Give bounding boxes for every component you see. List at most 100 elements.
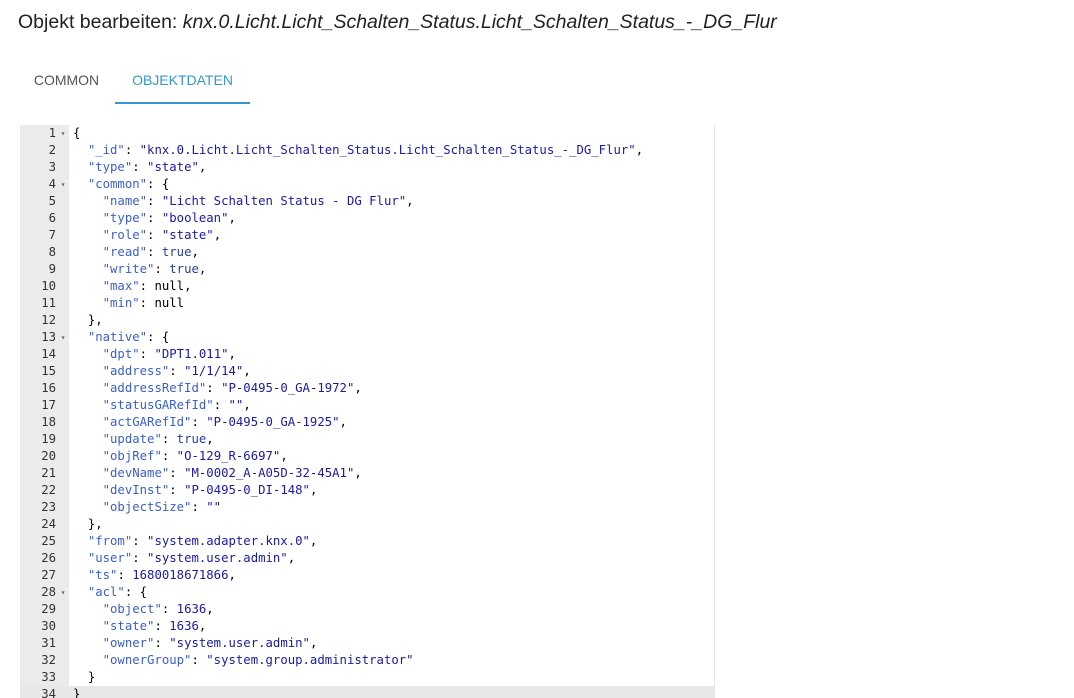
- token-kw: true: [161, 245, 192, 259]
- line-number: 28: [41, 585, 56, 599]
- token-str: "M-0002_A-A05D-32-45A1": [184, 466, 355, 480]
- code-text: "native": {: [73, 329, 169, 346]
- code-line[interactable]: 16 "addressRefId": "P-0495-0_GA-1972",: [20, 380, 714, 397]
- token-pun: :: [191, 500, 207, 514]
- code-line[interactable]: 13 ▾ "native": {: [20, 329, 714, 346]
- line-number: 25: [41, 534, 56, 548]
- fold-toggle-icon[interactable]: ▾: [58, 176, 68, 193]
- code-line[interactable]: 20 "objRef": "O-129_R-6697",: [20, 448, 714, 465]
- code-line[interactable]: 17 "statusGARefId": "",: [20, 397, 714, 414]
- token-pun: :: [147, 194, 162, 208]
- code-line[interactable]: 31 "owner": "system.user.admin",: [20, 635, 714, 652]
- code-line[interactable]: 34}: [20, 686, 714, 698]
- title-prefix: Objekt bearbeiten:: [18, 11, 183, 33]
- json-editor[interactable]: 1 ▾{2 "_id": "knx.0.Licht.Licht_Schalten_…: [20, 125, 715, 698]
- token-pun: }: [87, 670, 96, 684]
- token-key: "dpt": [102, 347, 140, 361]
- line-number: 14: [41, 347, 56, 361]
- token-pun: :: [139, 347, 155, 361]
- code-line[interactable]: 7 "role": "state",: [20, 227, 714, 244]
- code-line[interactable]: 6 "type": "boolean",: [20, 210, 714, 227]
- code-line[interactable]: 4 ▾ "common": {: [20, 176, 714, 193]
- code-line[interactable]: 8 "read": true,: [20, 244, 714, 261]
- token-key: "devInst": [102, 483, 170, 497]
- line-number: 34: [41, 687, 56, 698]
- token-key: "type": [102, 211, 148, 225]
- code-line[interactable]: 3 "type": "state",: [20, 159, 714, 176]
- token-str: "P-0495-0_DI-148": [184, 483, 310, 497]
- token-pun: :: [117, 568, 133, 582]
- code-line[interactable]: 28 ▾ "acl": {: [20, 584, 714, 601]
- token-key: "statusGARefId": [102, 398, 214, 412]
- code-line[interactable]: 10 "max": null,: [20, 278, 714, 295]
- code-line[interactable]: 32 "ownerGroup": "system.group.administr…: [20, 652, 714, 669]
- token-str: "state": [147, 160, 199, 174]
- token-pun: : {: [147, 177, 170, 191]
- fold-toggle-icon[interactable]: ▾: [58, 584, 68, 601]
- code-text: "objRef": "O-129_R-6697",: [73, 448, 288, 465]
- token-pun: : {: [124, 585, 148, 599]
- line-number: 30: [41, 619, 56, 633]
- code-line[interactable]: 29 "object": 1636,: [20, 601, 714, 618]
- code-line[interactable]: 18 "actGARefId": "P-0495-0_GA-1925",: [20, 414, 714, 431]
- token-pun: ,: [206, 432, 214, 446]
- code-text: "max": null,: [73, 278, 192, 295]
- code-line[interactable]: 2 "_id": "knx.0.Licht.Licht_Schalten_Sta…: [20, 142, 714, 159]
- token-pun: ,: [191, 245, 199, 259]
- token-str: "P-0495-0_GA-1972": [221, 381, 355, 395]
- token-pun: ,: [406, 194, 414, 208]
- tab-common[interactable]: COMMON: [18, 60, 115, 102]
- code-line[interactable]: 23 "objectSize": "": [20, 499, 714, 516]
- code-line[interactable]: 11 "min": null: [20, 295, 714, 312]
- code-line[interactable]: 22 "devInst": "P-0495-0_DI-148",: [20, 482, 714, 499]
- token-pun: :: [154, 619, 170, 633]
- token-key: "user": [87, 551, 133, 565]
- code-line[interactable]: 12 },: [20, 312, 714, 329]
- code-line[interactable]: 24 },: [20, 516, 714, 533]
- code-text: }: [73, 686, 80, 698]
- code-text: "min": null: [73, 295, 184, 312]
- line-number: 29: [41, 602, 56, 616]
- token-key: "ts": [87, 568, 118, 582]
- token-str: "": [206, 500, 222, 514]
- fold-toggle-icon[interactable]: ▾: [58, 329, 68, 346]
- code-line[interactable]: 9 "write": true,: [20, 261, 714, 278]
- code-line[interactable]: 33 }: [20, 669, 714, 686]
- code-line[interactable]: 14 "dpt": "DPT1.011",: [20, 346, 714, 363]
- line-number: 27: [41, 568, 56, 582]
- code-line[interactable]: 1 ▾ {: [20, 125, 714, 142]
- token-pun: :: [206, 381, 222, 395]
- tab-objektdaten[interactable]: OBJEKTDATEN: [115, 60, 250, 104]
- line-number: 7: [48, 228, 56, 242]
- token-pun: ,: [635, 143, 644, 157]
- code-line[interactable]: 30 "state": 1636,: [20, 618, 714, 635]
- token-pun: ,: [280, 449, 288, 463]
- line-number: 15: [41, 364, 56, 378]
- token-pun: : {: [147, 330, 170, 344]
- token-pun: :: [161, 449, 177, 463]
- code-line[interactable]: 19 "update": true,: [20, 431, 714, 448]
- token-pun: :: [154, 636, 170, 650]
- token-pun: ,: [198, 262, 207, 276]
- fold-toggle-icon[interactable]: ▾: [58, 125, 68, 142]
- token-pun: ,: [354, 466, 362, 480]
- code-line[interactable]: 5 "name": "Licht Schalten Status - DG Fl…: [20, 193, 714, 210]
- token-str: "boolean": [161, 211, 229, 225]
- token-str: "": [228, 398, 244, 412]
- code-line[interactable]: 26 "user": "system.user.admin",: [20, 550, 714, 567]
- line-number: 17: [41, 398, 56, 412]
- code-text: "address": "1/1/14",: [73, 363, 251, 380]
- code-line[interactable]: 15 "address": "1/1/14",: [20, 363, 714, 380]
- code-line[interactable]: 21 "devName": "M-0002_A-A05D-32-45A1",: [20, 465, 714, 482]
- code-line[interactable]: 27 "ts": 1680018671866,: [20, 567, 714, 584]
- code-line[interactable]: 25 "from": "system.adapter.knx.0",: [20, 533, 714, 550]
